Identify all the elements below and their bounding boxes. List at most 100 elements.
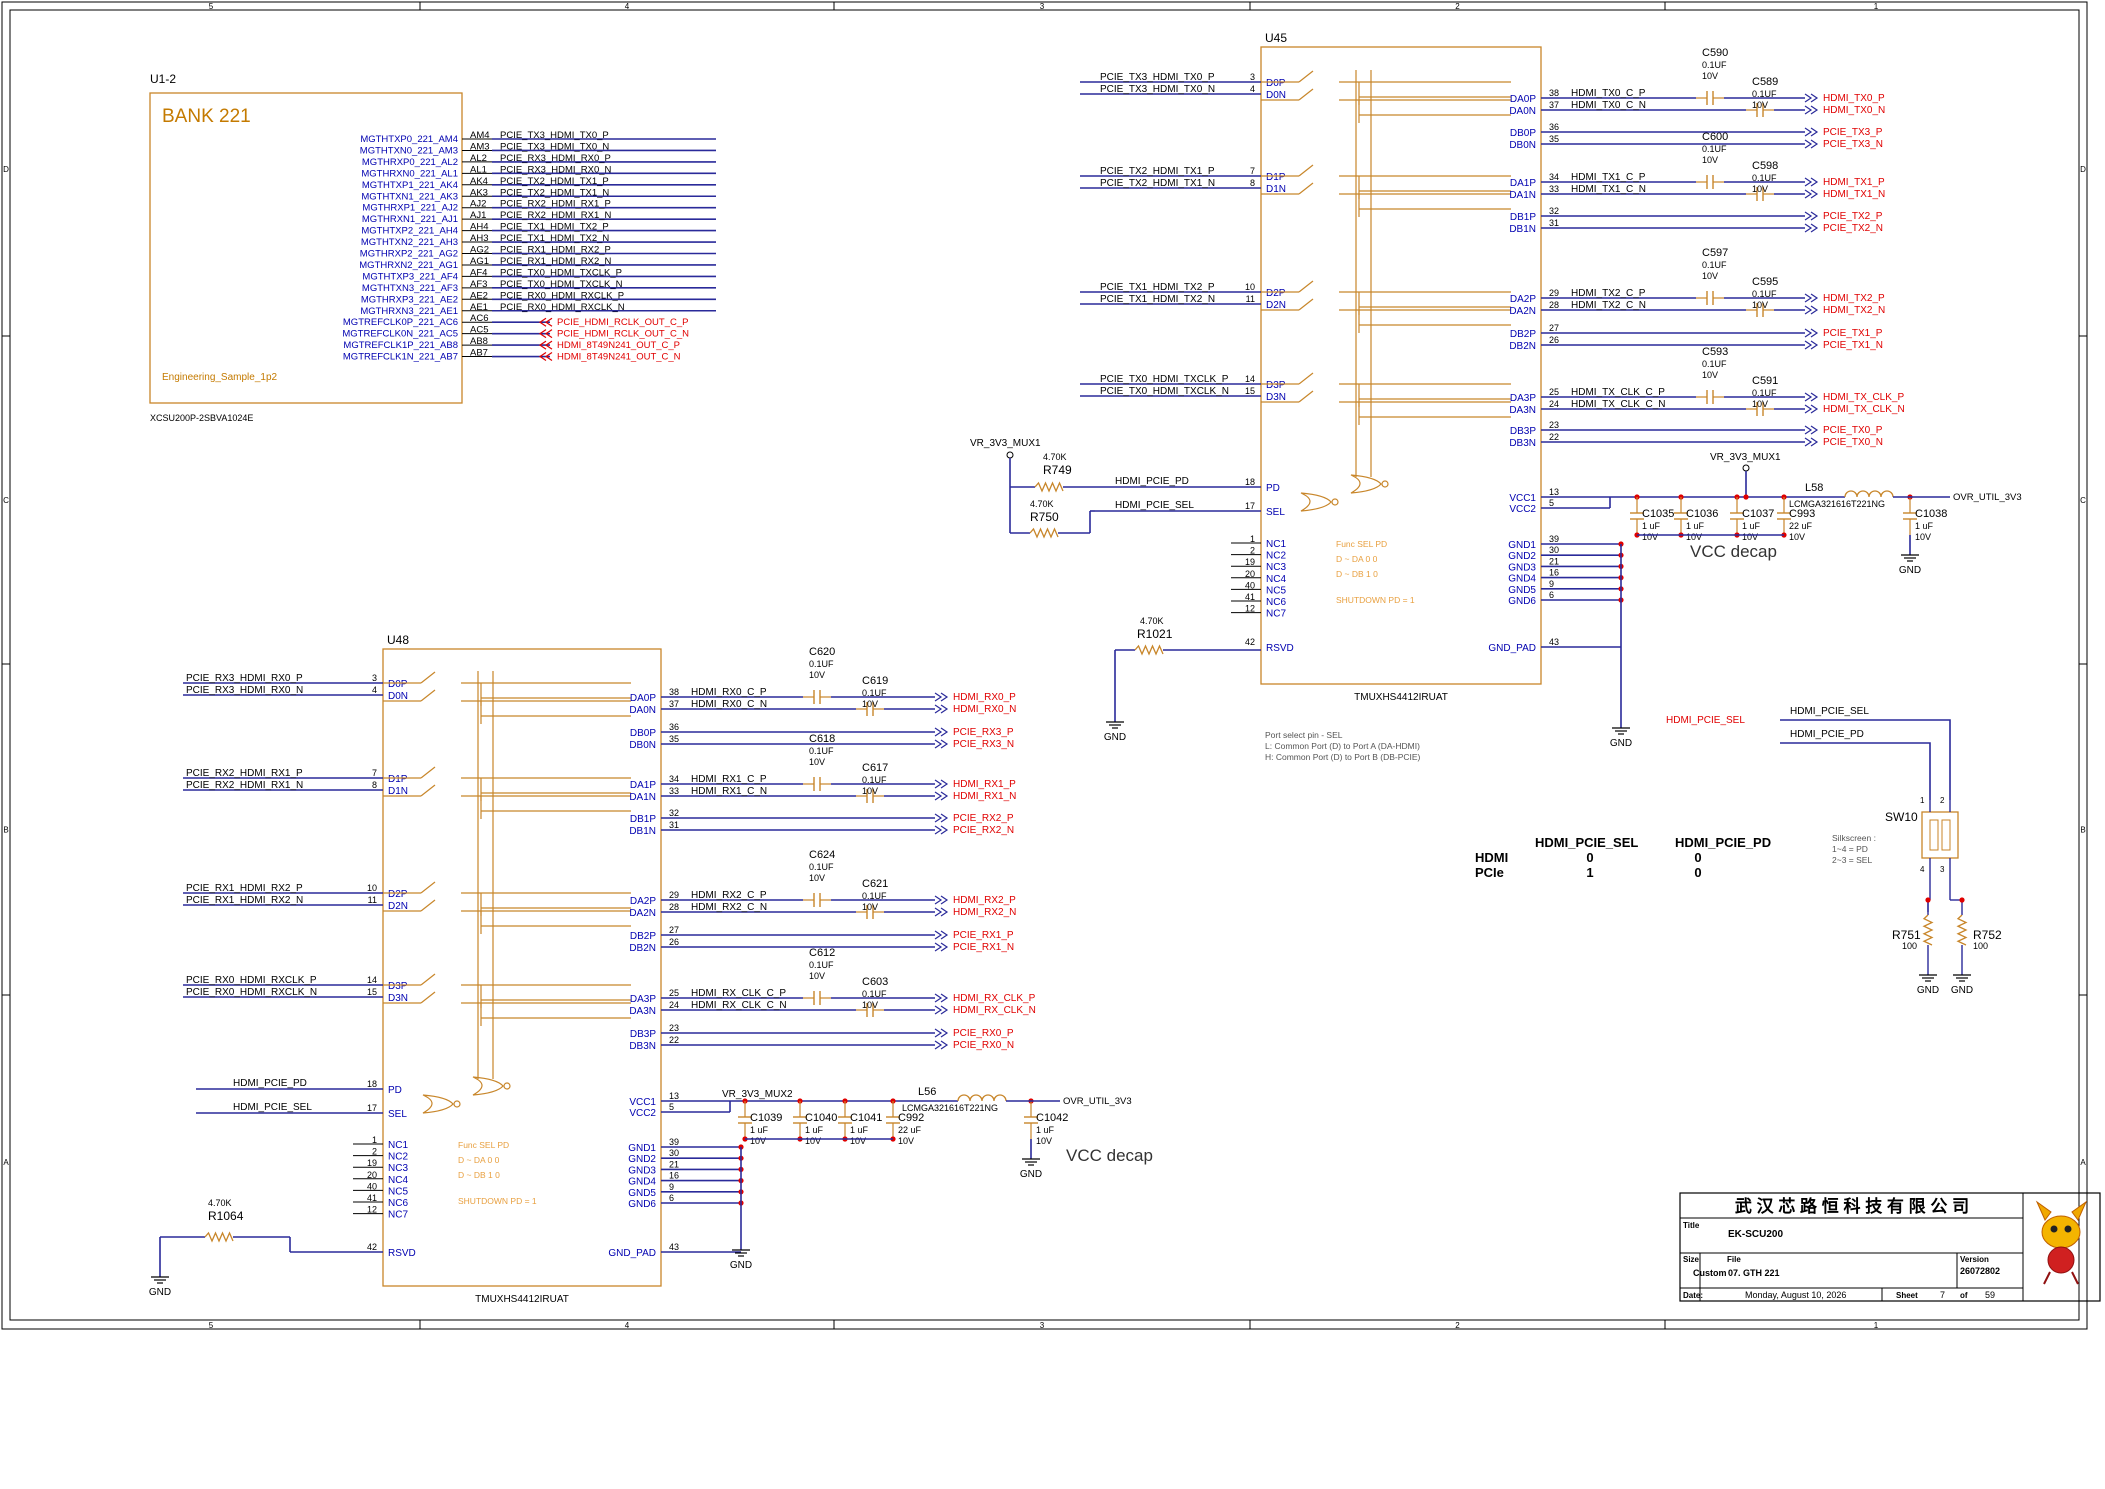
frame-row-letter: D	[3, 165, 9, 174]
u48-switch-blade	[420, 766, 436, 779]
u1-net-label: PCIE_RX1_HDMI_RX2_P	[500, 245, 611, 256]
u45-pin-name: NC6	[1266, 597, 1286, 608]
u45-offpage-net: HDMI_TX2_P	[1823, 293, 1885, 304]
u45-offpage-net: PCIE_TX2_P	[1823, 211, 1883, 222]
u45-pin-number: 1	[1250, 534, 1255, 544]
u48-or-gate	[422, 1094, 454, 1114]
u45-offpage-net: HDMI_TX_CLK_P	[1823, 392, 1904, 403]
offpage-arrow	[934, 704, 943, 714]
u1-pin-name: MGTHRXP0_221_AL2	[362, 157, 458, 168]
u45-mux-rail-label: VR_3V3_MUX1	[1710, 452, 1781, 463]
u48-cap-ref: C612	[809, 947, 835, 959]
u48-body	[382, 648, 662, 1287]
u48-pin-name: NC1	[388, 1140, 408, 1151]
u48-pin-number: 39	[669, 1137, 679, 1147]
u1-pin-name: MGTHTXN0_221_AM3	[360, 145, 458, 156]
u1-ball-number: AG2	[470, 245, 489, 256]
u48-input-net: PCIE_RX2_HDMI_RX1_P	[186, 768, 303, 779]
u1-ball-number: AB8	[470, 336, 488, 347]
u1-part-number: XCSU200P-2SBVA1024E	[150, 413, 253, 423]
u45-decap-value: 22 uF	[1789, 521, 1813, 531]
u45-pin-name: DA0N	[1509, 106, 1536, 117]
u1-ball-number: AK4	[470, 176, 488, 187]
u48-pin-name: GND2	[628, 1154, 656, 1165]
u48-pin-number: 22	[669, 1035, 679, 1045]
u48-decap-value: 1 uF	[805, 1125, 824, 1135]
u48-pin-name: NC2	[388, 1152, 408, 1163]
u45-r749-ref: R749	[1043, 463, 1072, 477]
u48-pin-name: VCC2	[629, 1108, 656, 1119]
sw10-block: HDMI_PCIE_SEL HDMI_PCIE_SEL HDMI_PCIE_PD 1 2…	[1475, 706, 2002, 996]
u45-decap-value: 1 uF	[1642, 521, 1661, 531]
u48-decap-voltage: 10V	[898, 1136, 914, 1146]
u45-pin-name: D0P	[1266, 78, 1286, 89]
u48-pin-name: NC7	[388, 1210, 408, 1221]
u45-coupled-net: HDMI_TX2_C_N	[1571, 300, 1646, 311]
u48-decap-voltage: 10V	[850, 1136, 866, 1146]
u48-pin-number: 26	[669, 937, 679, 947]
sw10-body	[1921, 811, 1959, 859]
u1-pin-name: MGTHRXP3_221_AE2	[361, 294, 458, 305]
offpage-arrow	[1804, 293, 1813, 303]
u45-pin-name: DA2P	[1510, 294, 1536, 305]
u1-ball-number: AM3	[470, 141, 490, 152]
frame-col-number: 2	[1455, 2, 1460, 11]
offpage-arrow	[934, 692, 943, 702]
u45-pin-name: DA3N	[1509, 405, 1536, 416]
u45-pin-number: 18	[1245, 477, 1255, 487]
u48-cap-voltage: 10V	[809, 873, 825, 883]
u48-pin-name: DA3P	[630, 994, 656, 1005]
u48-offpage-net: PCIE_RX0_P	[953, 1028, 1014, 1039]
u48-pin-number: 20	[367, 1170, 377, 1180]
u48-pin-name: DA1N	[629, 792, 656, 803]
u1-ball-number: AL2	[470, 153, 487, 164]
u48-pin-name: D2N	[388, 901, 408, 912]
offpage-arrow	[934, 779, 943, 789]
u48-pin-number: 13	[669, 1091, 679, 1101]
u48-pin-name: D1N	[388, 786, 408, 797]
u1-pin-name: MGTHRXP1_221_AJ2	[362, 203, 458, 214]
u45-cap-value: 0.1UF	[1702, 60, 1727, 70]
frame-col-number: 3	[1040, 1321, 1045, 1330]
u1-ball-number: AB7	[470, 348, 488, 359]
offpage-arrow	[1804, 93, 1813, 103]
inductor-coil	[957, 1094, 1007, 1102]
u1-ref-clock-net: HDMI_8T49N241_OUT_C_N	[557, 352, 681, 363]
u48-pin-name: D3N	[388, 993, 408, 1004]
u48-func-table-row: SHUTDOWN PD = 1	[458, 1196, 537, 1206]
u48-r1064-ref: R1064	[208, 1209, 244, 1223]
u48-pin-name: DA2P	[630, 896, 656, 907]
gnd-label: GND	[1020, 1169, 1042, 1180]
frame-col-number: 1	[1874, 1321, 1879, 1330]
u45-decap-ref: C1038	[1915, 508, 1947, 520]
u48-pin-number: 19	[367, 1158, 377, 1168]
u45-pin-name: DB1N	[1509, 224, 1536, 235]
u1-ball-number: AC5	[470, 325, 488, 336]
offpage-arrow	[934, 739, 943, 749]
u45-pin-number: 37	[1549, 100, 1559, 110]
u45-cap-value: 0.1UF	[1752, 289, 1777, 299]
truth-table-row-name: PCIe	[1475, 865, 1504, 880]
u45-pin-name: NC1	[1266, 539, 1286, 550]
u48-pin-name: DB1N	[629, 826, 656, 837]
u1-ref-clock-net: HDMI_8T49N241_OUT_C_P	[557, 340, 680, 351]
u48-pin-number: 4	[372, 685, 377, 695]
sw10-silkscreen-line: 2~3 = SEL	[1832, 855, 1872, 865]
u45-pin-number: 31	[1549, 218, 1559, 228]
u45-cap-value: 0.1UF	[1752, 388, 1777, 398]
u48-decap-ref: C1041	[850, 1112, 882, 1124]
u45-decap-ref: C993	[1789, 508, 1815, 520]
u48-pin-name: D0P	[388, 679, 408, 690]
u45-r750-value: 4.70K	[1030, 499, 1054, 509]
u45-pin-name: GND_PAD	[1488, 643, 1536, 654]
u48-input-net: PCIE_RX1_HDMI_RX2_N	[186, 895, 303, 906]
u48-pin-number: 41	[367, 1193, 377, 1203]
u45-pin-number: 9	[1549, 579, 1554, 589]
u45-switch-blade	[1298, 390, 1314, 403]
u48-inductor-part: LCMGA321616T221NG	[902, 1103, 998, 1113]
u45-decap-voltage: 10V	[1642, 532, 1658, 542]
u48-cap-value: 0.1UF	[809, 746, 834, 756]
sw10-silkscreen-line: 1~4 = PD	[1832, 844, 1868, 854]
u1-pin-name: MGTHTXN1_221_AK3	[361, 191, 458, 202]
u1-ball-number: AJ1	[470, 210, 486, 221]
